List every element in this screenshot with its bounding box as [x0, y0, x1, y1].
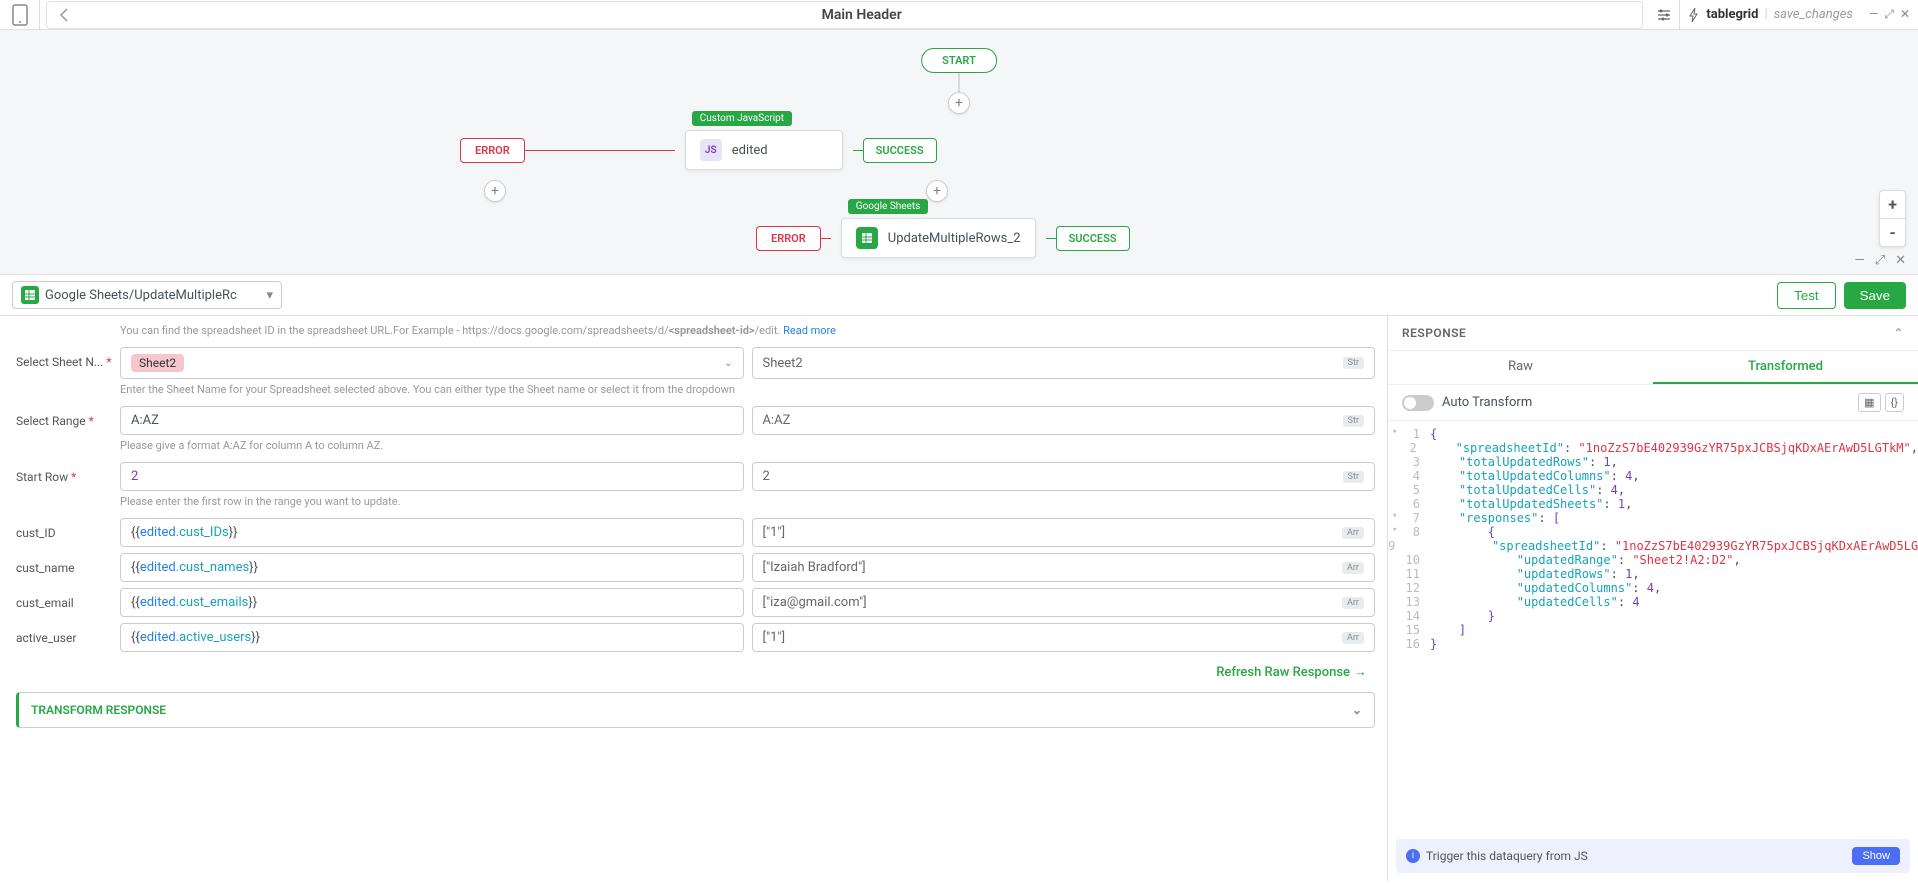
node-label: UpdateMultipleRows_2: [888, 231, 1021, 246]
range-label: Select Range *: [16, 406, 120, 428]
back-button[interactable]: [47, 8, 81, 22]
startrow-resolved: 2Str: [752, 462, 1376, 491]
cust-name-resolved: ["Izaiah Bradford"]Arr: [752, 553, 1376, 582]
auto-transform-toggle[interactable]: [1402, 395, 1434, 411]
chevron-down-icon[interactable]: ⌄: [716, 358, 732, 369]
active-user-input[interactable]: {{edited.active_users}}: [120, 623, 744, 652]
test-button[interactable]: Test: [1777, 282, 1835, 309]
add-node-button[interactable]: +: [484, 180, 506, 202]
startrow-label: Start Row *: [16, 462, 120, 484]
cust-email-label: cust_email: [16, 588, 120, 610]
cust-email-input[interactable]: {{edited.cust_emails}}: [120, 588, 744, 617]
panel-close-icon[interactable]: ✕: [1895, 253, 1906, 268]
start-node[interactable]: START: [921, 48, 997, 73]
sheet-help-text: Enter the Sheet Name for your Spreadshee…: [120, 383, 1375, 396]
collapse-icon[interactable]: ⌃: [1893, 326, 1904, 340]
transform-response-section[interactable]: TRANSFORM RESPONSE ⌄: [16, 692, 1375, 728]
startrow-help-text: Please enter the first row in the range …: [120, 495, 1375, 508]
active-user-resolved: ["1"]Arr: [752, 623, 1376, 652]
settings-sliders-icon[interactable]: [1649, 7, 1679, 23]
minimize-icon[interactable]: —: [1869, 7, 1878, 22]
startrow-input[interactable]: 2: [120, 462, 744, 491]
cust-id-resolved: ["1"]Arr: [752, 518, 1376, 547]
expand-icon[interactable]: ⤢: [1884, 7, 1894, 22]
sheet-name-label: Select Sheet N... *: [16, 347, 120, 369]
panel-expand-icon[interactable]: ⤢: [1875, 253, 1885, 268]
tab-transformed[interactable]: Transformed: [1653, 351, 1918, 384]
sheets-icon: [21, 286, 39, 304]
cust-id-input[interactable]: {{edited.cust_IDs}}: [120, 518, 744, 547]
range-help-text: Please give a format A:AZ for column A t…: [120, 439, 1375, 452]
node-type-tag: Custom JavaScript: [692, 111, 792, 126]
js-icon: JS: [700, 139, 722, 161]
refresh-response-link[interactable]: Refresh Raw Response →: [24, 664, 1367, 680]
chevron-down-icon: ⌄: [1352, 703, 1362, 717]
cust-email-resolved: ["iza@gmail.com"]Arr: [752, 588, 1376, 617]
json-view-icon[interactable]: {}: [1885, 393, 1904, 412]
tab-name: tablegrid: [1706, 7, 1758, 22]
cust-name-input[interactable]: {{edited.cust_names}}: [120, 553, 744, 582]
read-more-link[interactable]: Read more: [783, 324, 836, 337]
error-branch[interactable]: ERROR: [756, 226, 821, 251]
range-resolved: A:AZStr: [752, 406, 1376, 435]
zoom-out-button[interactable]: -: [1880, 219, 1905, 246]
sheet-chip: Sheet2: [131, 354, 184, 372]
error-branch[interactable]: ERROR: [460, 138, 525, 163]
chevron-down-icon: ▾: [266, 288, 273, 303]
success-branch[interactable]: SUCCESS: [863, 138, 937, 163]
table-view-icon[interactable]: ▦: [1858, 393, 1880, 412]
footer-text: Trigger this dataquery from JS: [1426, 849, 1588, 863]
cust-id-label: cust_ID: [16, 518, 120, 540]
node-label: edited: [732, 143, 768, 158]
zoom-in-button[interactable]: +: [1880, 191, 1905, 219]
sheet-name-input[interactable]: Sheet2 ⌄: [120, 347, 744, 379]
add-node-button[interactable]: +: [926, 180, 948, 202]
device-preview-icon[interactable]: [0, 0, 40, 30]
success-branch[interactable]: SUCCESS: [1056, 226, 1130, 251]
response-header: RESPONSE: [1402, 326, 1466, 340]
spreadsheet-help-text: You can find the spreadsheet ID in the s…: [120, 324, 1375, 337]
node-type-tag: Google Sheets: [848, 199, 929, 214]
node-edited[interactable]: Custom JavaScript JS edited: [685, 130, 843, 170]
entity-dropdown[interactable]: Google Sheets/UpdateMultipleRc ▾: [12, 281, 282, 309]
sheet-name-resolved: Sheet2 Str: [752, 347, 1376, 379]
arrow-right-icon: →: [1354, 664, 1367, 680]
add-node-button[interactable]: +: [948, 92, 970, 114]
page-title: Main Header: [81, 7, 1642, 23]
sheets-icon: [856, 227, 878, 249]
show-button[interactable]: Show: [1852, 847, 1900, 865]
tab-action: save_changes: [1774, 7, 1853, 22]
panel-minimize-icon[interactable]: —: [1855, 253, 1865, 268]
node-update-rows[interactable]: Google Sheets UpdateMultipleRows_2: [841, 218, 1036, 258]
flow-canvas[interactable]: START + ERROR Custom JavaScript JS edite…: [0, 30, 1918, 275]
bolt-icon: [1688, 8, 1700, 22]
info-icon: i: [1406, 849, 1420, 863]
range-input[interactable]: A:AZ: [120, 406, 744, 435]
close-icon[interactable]: ✕: [1900, 7, 1910, 22]
tab-raw[interactable]: Raw: [1388, 351, 1653, 384]
entity-name: Google Sheets/UpdateMultipleRc: [45, 288, 237, 303]
cust-name-label: cust_name: [16, 553, 120, 575]
save-button[interactable]: Save: [1844, 282, 1906, 309]
active-user-label: active_user: [16, 623, 120, 645]
auto-transform-label: Auto Transform: [1442, 395, 1532, 410]
response-code[interactable]: 1▾{2 "spreadsheetId": "1noZzS7bE402939Gz…: [1388, 421, 1918, 831]
